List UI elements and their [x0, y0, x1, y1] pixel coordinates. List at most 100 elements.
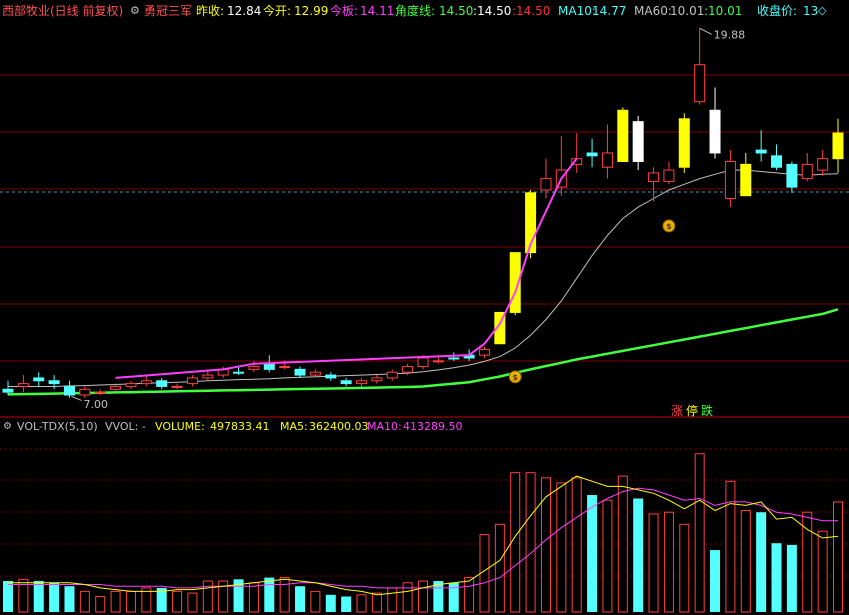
candle-body [202, 374, 214, 379]
candle-body [233, 371, 245, 374]
candle-body [709, 109, 721, 154]
candle-body [140, 380, 152, 385]
candle-body [79, 388, 91, 396]
candle-body [586, 152, 598, 157]
low-pointer [71, 395, 82, 401]
candle-body [755, 149, 767, 154]
annotations: 19.88 7.00 涨 停 跌 $ $ [71, 27, 745, 418]
candle-body [17, 383, 29, 387]
candle-body [771, 155, 783, 168]
volume-bar [264, 577, 275, 612]
money-bag-symbol: $ [512, 373, 518, 382]
candle-body [263, 363, 275, 370]
volume-bar [371, 592, 382, 613]
volume-bar [633, 498, 644, 612]
candlestick-chart[interactable]: 19.88 7.00 涨 停 跌 $ $ [0, 0, 849, 615]
candle-body [125, 383, 137, 387]
candle-body [156, 380, 168, 387]
volume-bar [387, 587, 398, 613]
candle-body [248, 366, 260, 370]
volume-bar [356, 594, 367, 613]
candle-body [448, 357, 460, 360]
volume-bar [464, 577, 475, 613]
volume-bar [402, 582, 413, 613]
candle-body [432, 360, 444, 363]
candle-body [694, 64, 706, 103]
ma60-line [7, 308, 839, 396]
volume-bar [617, 475, 628, 613]
candle-body [402, 366, 414, 373]
candle-body [309, 371, 321, 376]
high-pointer [699, 27, 712, 35]
volume-bar [740, 510, 751, 613]
volume-bar [771, 543, 782, 612]
money-bag-symbol: $ [666, 222, 672, 231]
fall-limit-label: 跌 [701, 403, 713, 418]
candle-body [48, 380, 60, 385]
volume-bar [79, 590, 90, 613]
candle-body [279, 366, 291, 369]
volume-bar [587, 495, 598, 612]
candle-body [540, 178, 552, 191]
volume-bar [95, 596, 106, 613]
candle-body [371, 377, 383, 382]
volume-bar [202, 580, 213, 613]
candle-body [678, 118, 690, 168]
candle-body [340, 380, 352, 385]
candle-body [632, 121, 644, 163]
candle-body [817, 158, 829, 171]
volume-bar [110, 590, 121, 613]
candle-body [356, 380, 368, 385]
volume-bar [295, 586, 306, 612]
candle-body [663, 169, 675, 182]
angle-polyline [115, 158, 578, 379]
volume-bar [187, 592, 198, 613]
volume-bar [525, 472, 536, 613]
candles [2, 28, 844, 398]
candle-body [171, 385, 183, 388]
candle-body [2, 388, 14, 393]
candle-body [740, 163, 752, 197]
candle-body [724, 161, 736, 200]
volume-bar [341, 596, 352, 612]
volume-bar [817, 530, 828, 613]
candle-body [63, 385, 75, 396]
candle-body [786, 163, 798, 188]
volume-bar [33, 581, 44, 612]
volume-bar [540, 477, 551, 613]
chart-grid [0, 74, 849, 577]
volume-bar [710, 550, 721, 612]
angle-line [115, 158, 578, 379]
volume-bar [756, 512, 767, 612]
volume-bar [494, 523, 505, 613]
volume-bar [694, 453, 705, 613]
ma60-polyline [7, 308, 839, 396]
candle-body [832, 132, 844, 160]
candle-body [478, 348, 490, 356]
candle-body [325, 374, 337, 379]
candle-body [110, 385, 122, 390]
candle-body [186, 377, 198, 385]
volume-bar [49, 582, 60, 612]
volume-bar [418, 580, 428, 613]
candle-body [33, 377, 45, 382]
volume-bar [310, 590, 321, 613]
candle-body [601, 152, 613, 168]
candle-body [648, 172, 660, 182]
volume-bar [510, 472, 521, 613]
ma10-polyline [8, 169, 839, 387]
volume-bar [325, 594, 336, 612]
candle-body [801, 163, 813, 180]
volume-bar [125, 590, 136, 613]
volume-bar [663, 511, 674, 613]
volume-bar [248, 582, 259, 613]
volume-bar [556, 482, 567, 613]
volume-bar [64, 586, 75, 612]
candle-body [94, 391, 106, 394]
volume-bar [172, 590, 183, 613]
ma10-line [8, 169, 839, 387]
volume-bar [3, 581, 13, 612]
candle-body [417, 357, 429, 368]
candle-body [294, 368, 306, 376]
volume-bar [279, 577, 290, 613]
